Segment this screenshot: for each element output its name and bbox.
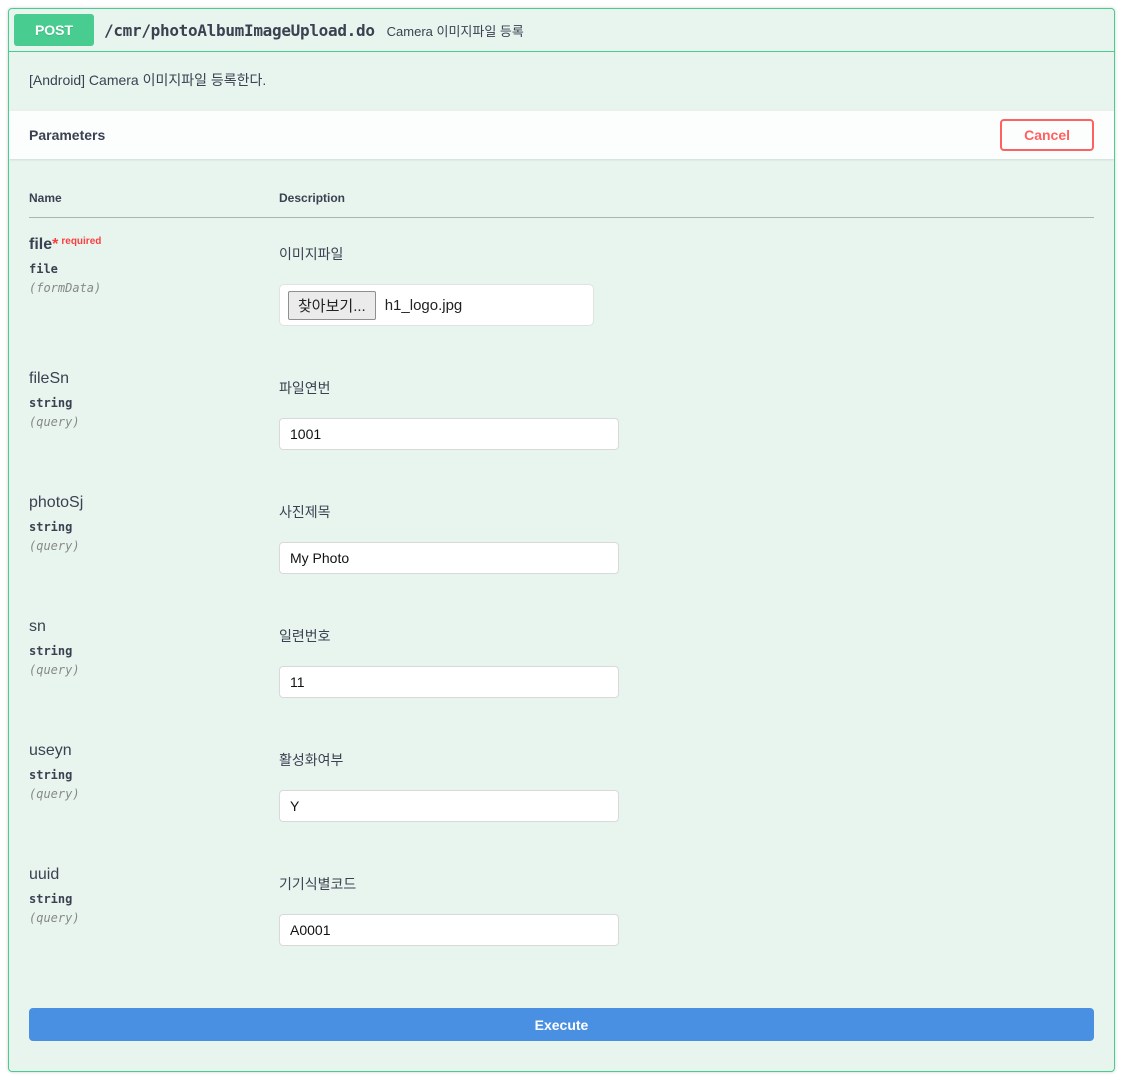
post-operation-block: POST /cmr/photoAlbumImageUpload.do Camer…: [8, 8, 1115, 1072]
param-location: (query): [29, 663, 279, 677]
param-description: 기기식별코드: [279, 866, 1094, 894]
param-name-cell: useyn string (query): [29, 724, 279, 848]
param-location: (query): [29, 415, 279, 429]
browse-button[interactable]: 찾아보기...: [288, 291, 376, 320]
param-location: (query): [29, 539, 279, 553]
param-value-input[interactable]: [279, 666, 619, 698]
required-marker: *required: [52, 236, 101, 253]
table-row: fileSn string (query) 파일연번: [29, 352, 1094, 476]
param-location: (formData): [29, 281, 279, 295]
param-description: 일련번호: [279, 618, 1094, 646]
param-value-input[interactable]: [279, 418, 619, 450]
parameters-table-container: Name Description file*required file (for…: [9, 159, 1114, 992]
param-description: 이미지파일: [279, 236, 1094, 264]
param-value-input[interactable]: [279, 914, 619, 946]
operation-description: [Android] Camera 이미지파일 등록한다.: [9, 52, 1114, 110]
endpoint-summary: Camera 이미지파일 등록: [387, 21, 524, 40]
param-type: string: [29, 396, 279, 410]
required-label: required: [58, 236, 101, 247]
param-input-wrap: [279, 418, 1094, 450]
param-description-cell: 일련번호: [279, 600, 1094, 724]
param-description: 사진제목: [279, 494, 1094, 522]
selected-file-name: h1_logo.jpg: [385, 297, 463, 314]
param-input-wrap: [279, 542, 1094, 574]
file-input[interactable]: 찾아보기... h1_logo.jpg: [279, 284, 594, 326]
param-name-text: uuid: [29, 866, 59, 883]
param-name: photoSj: [29, 494, 279, 512]
parameters-rows: file*required file (formData) 이미지파일 찾아보기…: [29, 218, 1094, 973]
param-name-text: useyn: [29, 742, 72, 759]
table-row: photoSj string (query) 사진제목: [29, 476, 1094, 600]
param-name-text: fileSn: [29, 370, 69, 387]
param-name-cell: file*required file (formData): [29, 218, 279, 353]
param-type: file: [29, 262, 279, 276]
param-name-cell: photoSj string (query): [29, 476, 279, 600]
param-type: string: [29, 644, 279, 658]
param-input-wrap: [279, 914, 1094, 946]
operation-summary-bar[interactable]: POST /cmr/photoAlbumImageUpload.do Camer…: [9, 9, 1114, 52]
param-name-cell: fileSn string (query): [29, 352, 279, 476]
param-type: string: [29, 768, 279, 782]
param-description-cell: 사진제목: [279, 476, 1094, 600]
parameters-section-header: Parameters Cancel: [9, 110, 1114, 159]
table-row: useyn string (query) 활성화여부: [29, 724, 1094, 848]
cancel-button[interactable]: Cancel: [1000, 119, 1094, 151]
param-name: uuid: [29, 866, 279, 884]
column-header-name: Name: [29, 179, 279, 218]
endpoint-path: /cmr/photoAlbumImageUpload.do: [104, 21, 375, 40]
parameters-title: Parameters: [29, 127, 105, 143]
param-name-cell: sn string (query): [29, 600, 279, 724]
table-row: file*required file (formData) 이미지파일 찾아보기…: [29, 218, 1094, 353]
param-name-text: file: [29, 236, 52, 253]
param-description-cell: 기기식별코드: [279, 848, 1094, 972]
param-location: (query): [29, 787, 279, 801]
param-name: sn: [29, 618, 279, 636]
param-location: (query): [29, 911, 279, 925]
param-description-cell: 활성화여부: [279, 724, 1094, 848]
param-name-text: sn: [29, 618, 46, 635]
param-value-input[interactable]: [279, 542, 619, 574]
param-description-cell: 이미지파일 찾아보기... h1_logo.jpg: [279, 218, 1094, 353]
param-name-cell: uuid string (query): [29, 848, 279, 972]
parameters-table: Name Description file*required file (for…: [29, 179, 1094, 972]
param-description: 파일연번: [279, 370, 1094, 398]
param-input-wrap: [279, 666, 1094, 698]
param-name: fileSn: [29, 370, 279, 388]
column-header-description: Description: [279, 179, 1094, 218]
table-row: sn string (query) 일련번호: [29, 600, 1094, 724]
param-name: file*required: [29, 236, 279, 254]
table-row: uuid string (query) 기기식별코드: [29, 848, 1094, 972]
param-name-text: photoSj: [29, 494, 83, 511]
param-input-wrap: [279, 790, 1094, 822]
param-name: useyn: [29, 742, 279, 760]
execute-button[interactable]: Execute: [29, 1008, 1094, 1041]
http-method-badge: POST: [14, 14, 94, 46]
execute-wrapper: Execute: [9, 992, 1114, 1071]
param-description-cell: 파일연번: [279, 352, 1094, 476]
param-value-input[interactable]: [279, 790, 619, 822]
param-input-wrap: 찾아보기... h1_logo.jpg: [279, 284, 1094, 326]
param-type: string: [29, 892, 279, 906]
param-type: string: [29, 520, 279, 534]
param-description: 활성화여부: [279, 742, 1094, 770]
